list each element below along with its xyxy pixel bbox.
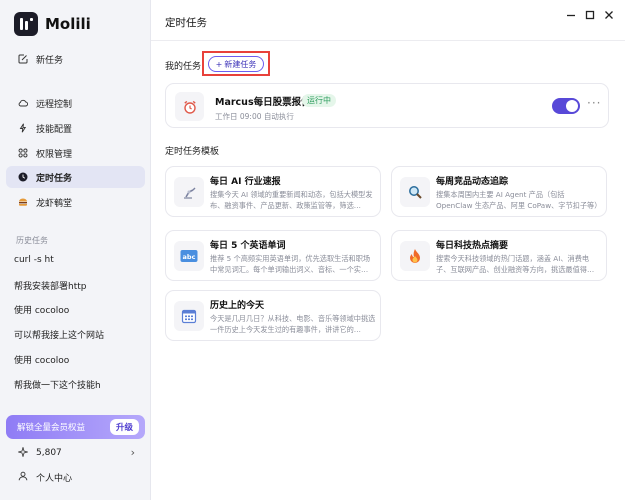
sidebar-item-label: 龙虾鹌堂 xyxy=(36,198,73,209)
flame-icon xyxy=(400,241,430,271)
template-card[interactable]: 每周竞品动态追踪 搜集本周国内主要 AI Agent 产品（包括 OpenCla… xyxy=(391,166,607,217)
template-name: 每日科技热点摘要 xyxy=(436,241,509,251)
template-desc: 搜索今天科技领域的热门话题，涵盖 AI、消费电子、互联网产品、创业融资等方向，挑… xyxy=(436,254,595,274)
template-card[interactable]: 历史上的今天 今天是几月几日？从科技、电影、音乐等领域中挑选一件历史上今天发生过… xyxy=(165,290,381,341)
history-item[interactable]: curl -s ht xyxy=(6,250,145,270)
chevron-right-icon: › xyxy=(130,446,135,459)
robot-arm-icon xyxy=(174,177,204,207)
cloud-icon xyxy=(18,98,28,108)
sidebar: Molili 新任务 远程控制 技能配置 权限管理 定时任务 龙虾鹌堂 历史任务… xyxy=(0,0,151,500)
template-desc: 推荐 5 个高频实用英语单词，优先选取生活和职场中常见词汇。每个单词输出词义、音… xyxy=(210,254,371,274)
template-card[interactable]: abc 每日 5 个英语单词 推荐 5 个高频实用英语单词，优先选取生活和职场中… xyxy=(165,230,381,281)
new-task-icon xyxy=(18,54,28,64)
svg-text:abc: abc xyxy=(183,253,196,261)
sparkle-icon xyxy=(17,445,29,460)
new-task-label: 新任务 xyxy=(36,55,64,66)
sidebar-item-label: 定时任务 xyxy=(36,173,73,184)
magnifier-icon xyxy=(400,177,430,207)
sidebar-item-permissions[interactable]: 权限管理 xyxy=(6,142,145,164)
history-item[interactable]: 帮我安装部署http xyxy=(6,275,145,295)
calendar-icon xyxy=(174,301,204,331)
sidebar-item-label: 技能配置 xyxy=(36,124,73,135)
templates-title: 定时任务模板 xyxy=(165,147,220,157)
app-logo: Molili xyxy=(14,12,91,36)
minimize-icon[interactable] xyxy=(564,10,578,23)
promo-text: 解锁全量会员权益 xyxy=(17,423,86,433)
user-icon xyxy=(18,471,28,484)
history-item[interactable]: 可以帮我接上这个网站 xyxy=(6,324,145,344)
template-desc: 搜集今天 AI 领域的重要新闻和动态，包括大模型发布、融资事件、产品更新、政策监… xyxy=(210,190,373,210)
maximize-icon[interactable] xyxy=(583,10,597,23)
template-card[interactable]: 每日 AI 行业速报 搜集今天 AI 领域的重要新闻和动态，包括大模型发布、融资… xyxy=(165,166,381,217)
my-tasks-title: 我的任务 xyxy=(165,62,202,72)
close-icon[interactable] xyxy=(602,10,616,23)
burger-icon xyxy=(18,197,28,207)
template-name: 历史上的今天 xyxy=(210,301,265,311)
history-item[interactable]: 使用 cocoloo xyxy=(6,349,145,369)
credits-row[interactable]: 5,807 › xyxy=(6,444,145,462)
template-name: 每周竞品动态追踪 xyxy=(436,177,509,187)
sidebar-item-lobster[interactable]: 龙虾鹌堂 xyxy=(6,191,145,213)
new-task-button[interactable]: 新任务 xyxy=(6,48,145,70)
upgrade-button[interactable]: 升级 xyxy=(109,419,139,435)
create-task-label: 新建任务 xyxy=(224,59,257,69)
plus-icon: + xyxy=(215,59,223,69)
app-name: Molili xyxy=(45,15,91,33)
sidebar-item-scheduled-tasks[interactable]: 定时任务 xyxy=(6,166,145,188)
task-enabled-toggle[interactable] xyxy=(552,98,580,114)
user-center-label: 个人中心 xyxy=(36,473,73,484)
logo-icon xyxy=(14,12,38,36)
page-title: 定时任务 xyxy=(165,17,207,29)
task-name: Marcus每日股票报告 xyxy=(215,97,311,108)
status-badge: 运行中 xyxy=(302,94,336,107)
history-section-label: 历史任务 xyxy=(16,236,48,245)
template-name: 每日 AI 行业速报 xyxy=(210,177,281,187)
template-desc: 搜集本周国内主要 AI Agent 产品（包括 OpenClaw 生态产品、阿里… xyxy=(436,190,602,210)
sidebar-item-label: 权限管理 xyxy=(36,149,73,160)
user-center-button[interactable]: 个人中心 xyxy=(6,468,145,486)
sidebar-item-label: 远程控制 xyxy=(36,99,73,110)
credits-value: 5,807 xyxy=(36,448,62,458)
clock-icon xyxy=(18,172,28,182)
template-name: 每日 5 个英语单词 xyxy=(210,241,286,251)
sidebar-item-skills[interactable]: 技能配置 xyxy=(6,117,145,139)
abc-icon: abc xyxy=(174,241,204,271)
more-options-icon[interactable]: ··· xyxy=(587,96,601,110)
create-task-button[interactable]: + 新建任务 xyxy=(208,56,264,72)
lightning-icon xyxy=(18,123,28,133)
history-item[interactable]: 使用 cocoloo xyxy=(6,299,145,319)
task-card[interactable]: Marcus每日股票报告 运行中 工作日 09:00 自动执行 ··· xyxy=(165,83,609,128)
membership-promo[interactable]: 解锁全量会员权益 升级 xyxy=(6,415,145,439)
sidebar-item-remote-control[interactable]: 远程控制 xyxy=(6,92,145,114)
template-card[interactable]: 每日科技热点摘要 搜索今天科技领域的热门话题，涵盖 AI、消费电子、互联网产品、… xyxy=(391,230,607,281)
task-schedule: 工作日 09:00 自动执行 xyxy=(215,112,294,121)
template-desc: 今天是几月几日？从科技、电影、音乐等领域中挑选一件历史上今天发生过的有趣事件，讲… xyxy=(210,314,376,334)
main-panel: 定时任务 我的任务 + 新建任务 Marcus每日股票报告 运行中 工作日 09… xyxy=(151,0,625,500)
title-bar: 定时任务 xyxy=(151,0,625,41)
grid-icon xyxy=(18,148,28,158)
history-item[interactable]: 帮我做一下这个技能h xyxy=(6,374,145,394)
alarm-clock-icon xyxy=(175,92,204,121)
